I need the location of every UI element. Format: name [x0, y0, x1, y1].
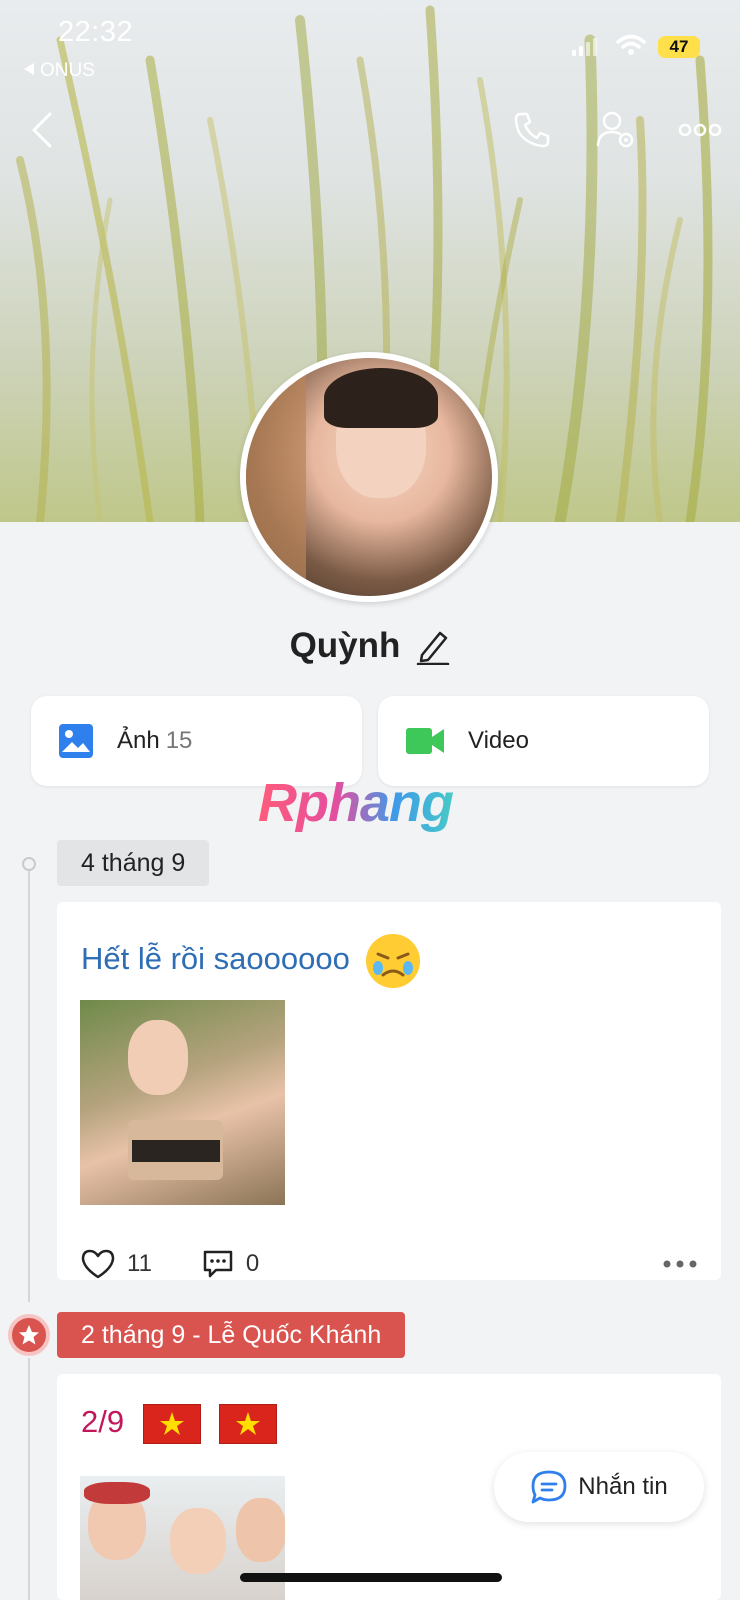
video-label: Video — [468, 727, 529, 754]
back-triangle-icon — [24, 63, 34, 75]
user-settings-icon — [596, 111, 634, 148]
back-icon — [32, 112, 52, 148]
back-button[interactable] — [18, 106, 66, 154]
post-text-row: Hết lễ rồi saoooooo — [81, 932, 422, 990]
more-icon — [678, 123, 722, 137]
timeline-dot — [22, 857, 36, 871]
post-text-row: 2/9 — [81, 1404, 278, 1444]
chat-icon — [531, 1470, 567, 1504]
profile-avatar[interactable] — [240, 352, 498, 602]
post-photo[interactable] — [80, 1000, 285, 1205]
avatar-image — [246, 358, 492, 596]
profile-name: Quỳnh — [289, 626, 401, 665]
home-indicator[interactable] — [240, 1573, 502, 1582]
vietnam-flag-icon — [219, 1404, 278, 1444]
event-date-chip: 2 tháng 9 - Lễ Quốc Khánh — [57, 1312, 406, 1358]
send-message-label: Nhắn tin — [578, 1473, 668, 1500]
cellular-signal-icon — [572, 38, 597, 56]
status-time: 22:32 — [58, 16, 134, 48]
phone-icon — [514, 112, 550, 148]
photos-count: 15 — [165, 727, 193, 754]
post-text: 2/9 — [81, 1404, 125, 1440]
timeline-line — [28, 862, 30, 1302]
back-app-label: ONUS — [40, 60, 95, 81]
profile-settings-button[interactable] — [592, 106, 640, 154]
watermark-logo: Rphang — [258, 773, 454, 833]
crying-emoji-icon — [366, 934, 421, 988]
timeline-line — [28, 1358, 30, 1600]
likes-count: 11 — [127, 1250, 152, 1277]
post-text: Hết lễ rồi saoooooo — [81, 941, 350, 977]
status-bar: 22:32 ONUS 47 — [0, 0, 740, 90]
comments-count: 0 — [245, 1250, 260, 1277]
event-star-marker — [8, 1314, 50, 1356]
back-to-app-link[interactable]: ONUS — [24, 60, 95, 82]
edit-icon[interactable] — [416, 627, 450, 665]
heart-icon[interactable] — [81, 1249, 115, 1279]
timeline-post[interactable]: Hết lễ rồi saoooooo 11 0 — [57, 902, 721, 1280]
photos-label: Ảnh — [117, 727, 160, 754]
wifi-icon — [616, 34, 646, 55]
comment-icon[interactable] — [202, 1249, 234, 1279]
call-button[interactable] — [508, 106, 556, 154]
post-actions: 11 0 — [81, 1244, 697, 1284]
more-options-button[interactable] — [676, 106, 724, 154]
image-icon — [59, 724, 93, 758]
battery-indicator: 47 — [658, 36, 700, 58]
star-icon — [19, 1325, 39, 1345]
timeline-date-chip: 4 tháng 9 — [57, 840, 210, 886]
profile-name-row: Quỳnh — [0, 626, 740, 666]
send-message-button[interactable]: Nhắn tin — [494, 1452, 704, 1522]
post-more-icon[interactable] — [663, 1260, 697, 1268]
vietnam-flag-icon — [142, 1404, 201, 1444]
video-camera-icon — [406, 728, 444, 754]
